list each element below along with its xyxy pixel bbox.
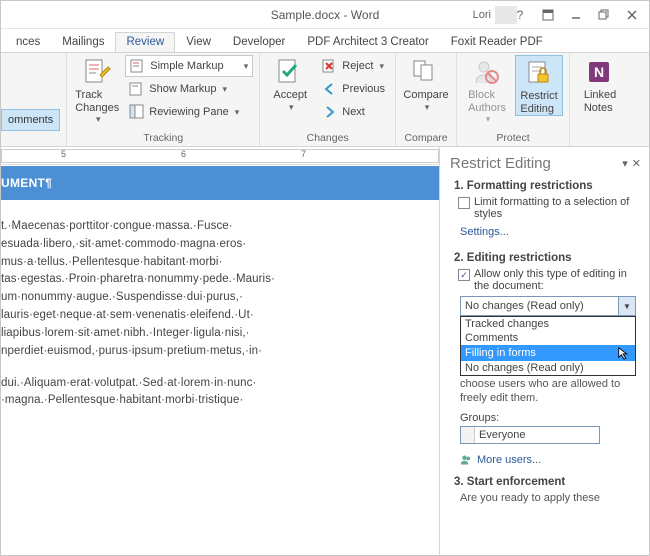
svg-text:N: N <box>594 64 604 80</box>
comments-button[interactable]: omments <box>1 109 60 131</box>
chevron-down-icon[interactable]: ▼ <box>618 297 635 315</box>
group-compare-label: Compare <box>402 131 450 146</box>
tab-review[interactable]: Review <box>115 32 175 52</box>
pane-options-icon[interactable]: ▾ <box>622 157 628 170</box>
reject-icon <box>322 58 338 74</box>
next-button[interactable]: Next <box>318 101 389 123</box>
groups-label: Groups: <box>460 412 631 424</box>
accept-button[interactable]: Accept▾ <box>266 55 314 112</box>
section-formatting-heading: 1. Formatting restrictions <box>454 180 637 192</box>
pane-close-icon[interactable]: ✕ <box>632 157 641 170</box>
tab-pdf-architect[interactable]: PDF Architect 3 Creator <box>296 32 439 52</box>
block-authors-icon <box>472 57 502 87</box>
tab-references[interactable]: nces <box>5 32 51 52</box>
restore-icon[interactable] <box>591 4 617 26</box>
onenote-icon: N <box>585 57 615 87</box>
option-no-changes[interactable]: No changes (Read only) <box>461 361 635 375</box>
previous-button[interactable]: Previous <box>318 78 389 100</box>
tab-developer[interactable]: Developer <box>222 32 296 52</box>
group-onenote-label <box>576 131 624 146</box>
user-avatar[interactable] <box>495 6 517 24</box>
previous-icon <box>322 81 338 97</box>
ribbon: omments TrackChanges▾ Simple Markup▾ Sho… <box>1 53 649 147</box>
minimize-icon[interactable] <box>563 4 589 26</box>
restrict-editing-button[interactable]: RestrictEditing <box>515 55 563 116</box>
settings-link[interactable]: Settings... <box>460 226 509 238</box>
track-changes-button[interactable]: TrackChanges▾ <box>73 55 121 125</box>
option-tracked-changes[interactable]: Tracked changes <box>461 317 635 331</box>
next-icon <box>322 104 338 120</box>
window-title: Sample.docx - Word <box>271 8 380 22</box>
show-markup-button[interactable]: Show Markup▾ <box>125 78 253 100</box>
group-label <box>1 131 60 146</box>
groups-everyone-checkbox[interactable]: Everyone <box>460 426 600 444</box>
ribbon-display-options-icon[interactable] <box>535 4 561 26</box>
section-enforcement-heading: 3. Start enforcement <box>454 476 637 488</box>
more-users-link[interactable]: More users... <box>460 454 637 466</box>
tab-view[interactable]: View <box>175 32 222 52</box>
cursor-icon <box>617 346 631 360</box>
close-icon[interactable] <box>619 4 645 26</box>
reviewing-pane-button[interactable]: Reviewing Pane▾ <box>125 101 253 123</box>
show-markup-icon <box>129 81 145 97</box>
enforcement-question: Are you ready to apply these <box>460 492 631 506</box>
group-changes-label: Changes <box>266 131 389 146</box>
markup-combo[interactable]: Simple Markup▾ <box>125 55 253 77</box>
limit-formatting-checkbox[interactable]: Limit formatting to a selection of style… <box>458 196 637 220</box>
allow-editing-checkbox[interactable]: ✓ Allow only this type of editing in the… <box>458 268 637 292</box>
section-editing-heading: 2. Editing restrictions <box>454 252 637 264</box>
exceptions-note: choose users who are allowed to freely e… <box>460 378 631 406</box>
block-authors-button[interactable]: BlockAuthors▾ <box>463 55 511 125</box>
document-area[interactable]: UMENT¶ t.·Maecenas·porttitor·congue·mass… <box>1 166 439 555</box>
user-name: Lori <box>473 9 491 21</box>
tab-mailings[interactable]: Mailings <box>51 32 115 52</box>
tab-foxit[interactable]: Foxit Reader PDF <box>440 32 554 52</box>
editing-type-combo[interactable]: No changes (Read only) ▼ <box>460 296 636 316</box>
compare-icon <box>411 57 441 87</box>
title-bar: Sample.docx - Word ? Lori <box>1 1 649 29</box>
accept-icon <box>275 57 305 87</box>
restrict-editing-icon <box>524 58 554 88</box>
editing-type-dropdown: Tracked changes Comments Filling in form… <box>460 316 636 376</box>
ribbon-tabs: nces Mailings Review View Developer PDF … <box>1 29 649 53</box>
restrict-editing-pane: Restrict Editing ▾ ✕ 1. Formatting restr… <box>439 147 649 555</box>
users-icon <box>460 454 472 466</box>
document-heading: UMENT¶ <box>1 166 439 218</box>
group-protect-label: Protect <box>463 131 563 146</box>
option-filling-in-forms[interactable]: Filling in forms <box>461 345 635 361</box>
track-changes-label: TrackChanges <box>75 89 119 114</box>
document-body: t.·Maecenas·porttitor·congue·massa.·Fusc… <box>1 218 439 410</box>
linked-notes-button[interactable]: N LinkedNotes <box>576 55 624 114</box>
compare-button[interactable]: Compare▾ <box>402 55 450 112</box>
markup-icon <box>130 58 146 74</box>
reject-button[interactable]: Reject▾ <box>318 55 389 77</box>
group-tracking-label: Tracking <box>73 131 253 146</box>
track-changes-icon <box>82 57 112 87</box>
reviewing-pane-icon <box>129 104 145 120</box>
option-comments[interactable]: Comments <box>461 331 635 345</box>
pane-title: Restrict Editing <box>450 155 551 172</box>
